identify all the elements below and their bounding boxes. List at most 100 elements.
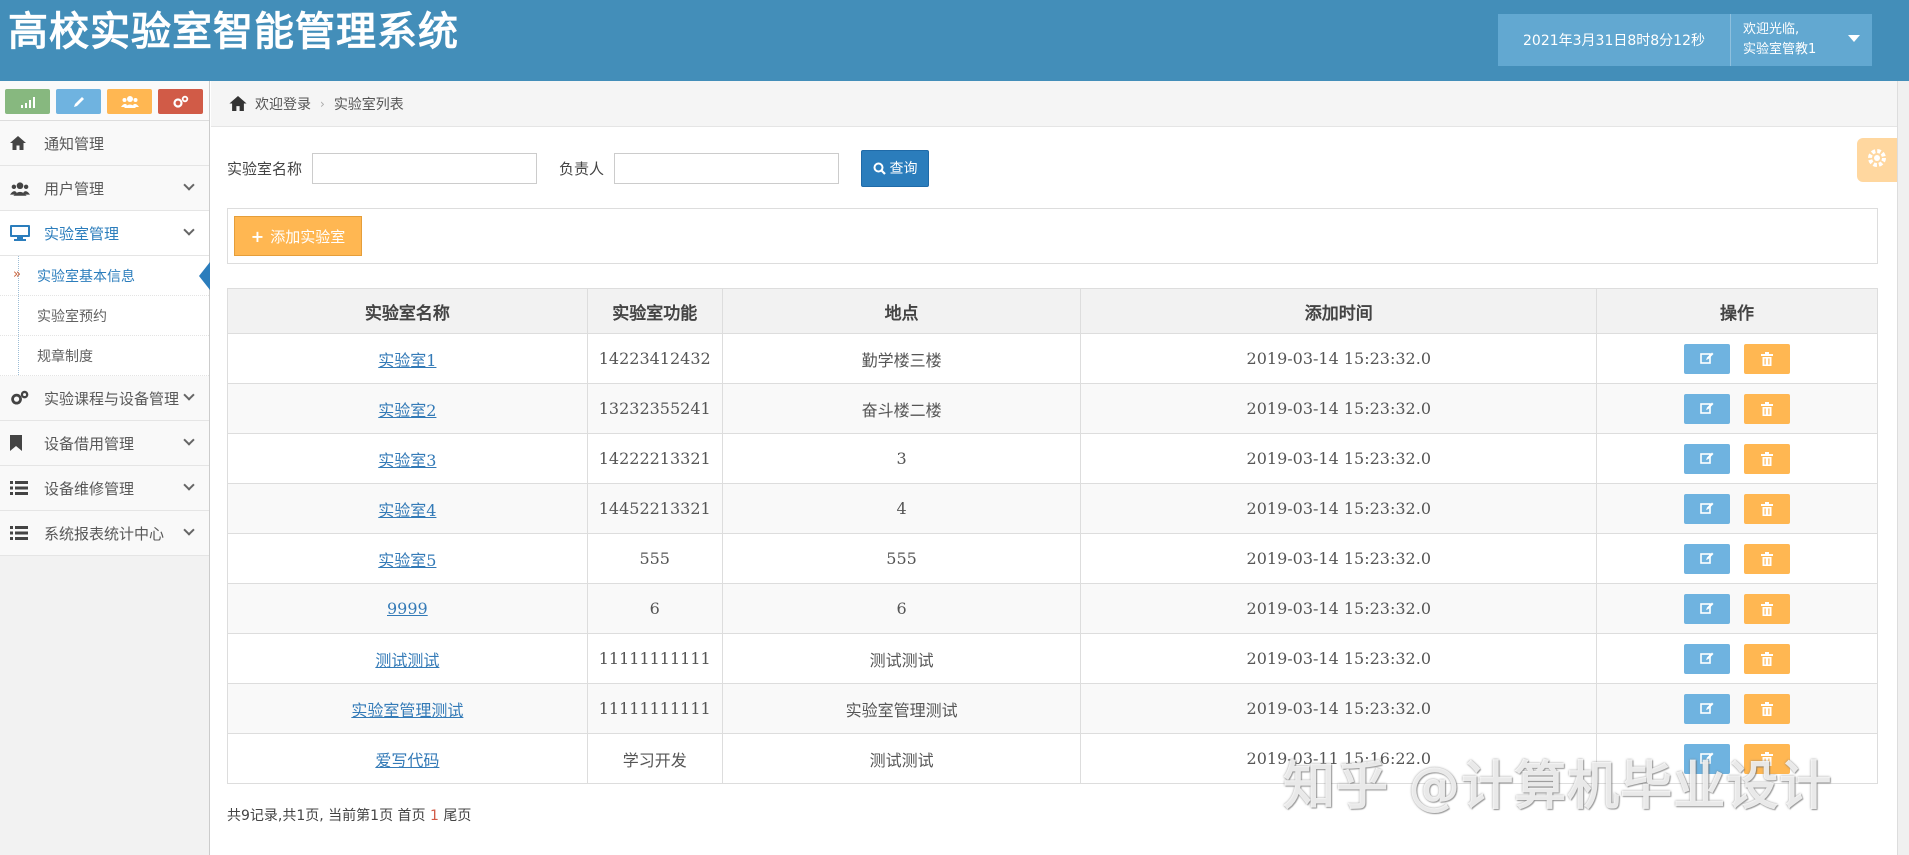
settings-toggle[interactable] — [1857, 138, 1897, 182]
desktop-icon — [10, 225, 34, 241]
cogs-icon — [10, 390, 34, 406]
sidebar-item-users[interactable]: 用户管理 — [0, 166, 209, 211]
column-header: 实验室功能 — [586, 288, 723, 334]
cell-added-time: 2019-03-14 15:23:32.0 — [1080, 483, 1598, 534]
delete-button[interactable] — [1744, 543, 1791, 574]
delete-button[interactable] — [1744, 693, 1791, 724]
edit-button[interactable] — [1684, 443, 1731, 474]
lab-name-input[interactable] — [312, 152, 538, 184]
delete-button[interactable] — [1744, 593, 1791, 624]
delete-button[interactable] — [1744, 443, 1791, 474]
sidebar-subitem-label: 规章制度 — [37, 348, 93, 365]
lab-name-link[interactable]: 实验室管理测试 — [351, 701, 463, 720]
table-row: 实验室5 555 555 2019-03-14 15:23:32.0 — [227, 533, 1878, 584]
lab-name-label: 实验室名称 — [227, 159, 303, 178]
page-link[interactable]: 1 — [430, 808, 439, 824]
delete-button[interactable] — [1744, 643, 1791, 674]
sidebar-item-equipment-repair[interactable]: 设备维修管理 — [0, 466, 209, 511]
cell-location: 555 — [721, 533, 1082, 584]
first-page-link[interactable]: 首页 — [398, 808, 426, 824]
table-row: 实验室1 14223412432 勤学楼三楼 2019-03-14 15:23:32.… — [227, 333, 1878, 384]
delete-button[interactable] — [1744, 493, 1791, 524]
cell-lab-name: 实验室2 — [227, 383, 588, 434]
sidebar-item-notice[interactable]: 通知管理 — [0, 121, 209, 166]
cell-added-time: 2019-03-14 15:23:32.0 — [1080, 383, 1598, 434]
edit-icon — [1700, 702, 1714, 715]
app-title: 高校实验室智能管理系统 — [8, 9, 459, 55]
edit-icon — [1700, 452, 1714, 465]
table-row: 实验室4 14452213321 4 2019-03-14 15:23:32.0 — [227, 483, 1878, 534]
owner-label: 负责人 — [559, 159, 605, 178]
edit-button[interactable] — [1684, 343, 1731, 374]
users-icon[interactable] — [107, 89, 152, 114]
edit-button[interactable] — [1684, 593, 1731, 624]
signal-icon[interactable] — [5, 89, 50, 114]
sidebar-subitem-lab-booking[interactable]: 实验室预约 — [0, 296, 209, 336]
cogs-icon[interactable] — [158, 89, 203, 114]
cell-lab-name: 实验室5 — [227, 533, 588, 584]
lab-name-link[interactable]: 爱写代码 — [375, 751, 439, 770]
trash-icon — [1761, 551, 1774, 566]
cell-added-time: 2019-03-14 15:23:32.0 — [1080, 533, 1598, 584]
owner-input[interactable] — [614, 152, 840, 184]
cell-lab-function: 11111111111 — [586, 633, 723, 684]
sidebar-item-courses-equipment[interactable]: 实验课程与设备管理 — [0, 376, 209, 421]
watermark: 知乎 @计算机毕业设计 — [1283, 757, 1833, 817]
add-lab-button[interactable]: + 添加实验室 — [234, 216, 362, 256]
user-menu[interactable]: 欢迎光临, 实验室管教1 — [1730, 14, 1872, 66]
sidebar-subitem-rules[interactable]: 规章制度 — [0, 336, 209, 376]
home-icon[interactable] — [229, 96, 247, 111]
active-indicator — [199, 262, 210, 290]
cell-added-time: 2019-03-14 15:23:32.0 — [1080, 683, 1598, 734]
column-header: 地点 — [721, 288, 1082, 334]
pencil-icon[interactable] — [56, 89, 101, 114]
chevron-down-icon — [183, 224, 195, 236]
page-scrollbar[interactable] — [1897, 81, 1909, 855]
cell-actions — [1596, 433, 1878, 484]
edit-icon — [1700, 652, 1714, 665]
cell-actions — [1596, 683, 1878, 734]
lab-name-link[interactable]: 实验室4 — [378, 501, 436, 520]
edit-button[interactable] — [1684, 543, 1731, 574]
caret-down-icon — [1848, 35, 1860, 42]
edit-button[interactable] — [1684, 393, 1731, 424]
chevron-down-icon — [183, 434, 195, 446]
lab-name-link[interactable]: 实验室2 — [378, 401, 436, 420]
cell-lab-function: 6 — [586, 583, 723, 634]
edit-button[interactable] — [1684, 493, 1731, 524]
lab-name-link[interactable]: 实验室1 — [378, 351, 436, 370]
header-right: 2021年3月31日8时8分12秒 欢迎光临, 实验室管教1 — [1498, 14, 1872, 66]
trash-icon — [1761, 401, 1774, 416]
sidebar-item-lab-management[interactable]: 实验室管理 — [0, 211, 209, 256]
last-page-link[interactable]: 尾页 — [443, 808, 471, 824]
trash-icon — [1761, 501, 1774, 516]
edit-button[interactable] — [1684, 693, 1731, 724]
lab-name-link[interactable]: 9999 — [387, 599, 428, 618]
trash-icon — [1761, 651, 1774, 666]
sidebar-subitem-lab-info[interactable]: » 实验室基本信息 — [0, 256, 210, 296]
sidebar-item-equipment-borrow[interactable]: 设备借用管理 — [0, 421, 209, 466]
cell-actions — [1596, 533, 1878, 584]
cell-actions — [1596, 483, 1878, 534]
column-header: 操作 — [1596, 288, 1878, 334]
cell-lab-name: 爱写代码 — [227, 733, 588, 784]
delete-button[interactable] — [1744, 393, 1791, 424]
sidebar-subitem-label: 实验室预约 — [37, 308, 107, 325]
lab-name-link[interactable]: 实验室3 — [378, 451, 436, 470]
search-button[interactable]: 查询 — [861, 149, 930, 187]
lab-table: 实验室名称 实验室功能 地点 添加时间 操作 实验室1 14223412432 勤学… — [227, 288, 1878, 784]
lab-name-link[interactable]: 测试测试 — [375, 651, 439, 670]
search-form: 实验室名称 负责人 查询 — [227, 149, 930, 187]
sidebar-item-reports[interactable]: 系统报表统计中心 — [0, 511, 209, 556]
edit-button[interactable] — [1684, 643, 1731, 674]
top-navbar: 高校实验室智能管理系统 2021年3月31日8时8分12秒 欢迎光临, 实验室管… — [0, 0, 1909, 81]
table-row: 测试测试 11111111111 测试测试 2019-03-14 15:23:32.0 — [227, 633, 1878, 684]
cell-actions — [1596, 583, 1878, 634]
table-header-row: 实验室名称 实验室功能 地点 添加时间 操作 — [227, 288, 1878, 334]
trash-icon — [1761, 701, 1774, 716]
breadcrumb-home-link[interactable]: 欢迎登录 — [255, 94, 311, 114]
lab-name-link[interactable]: 实验室5 — [378, 551, 436, 570]
search-icon — [873, 162, 886, 175]
breadcrumb-separator-icon: › — [320, 96, 325, 111]
delete-button[interactable] — [1744, 343, 1791, 374]
